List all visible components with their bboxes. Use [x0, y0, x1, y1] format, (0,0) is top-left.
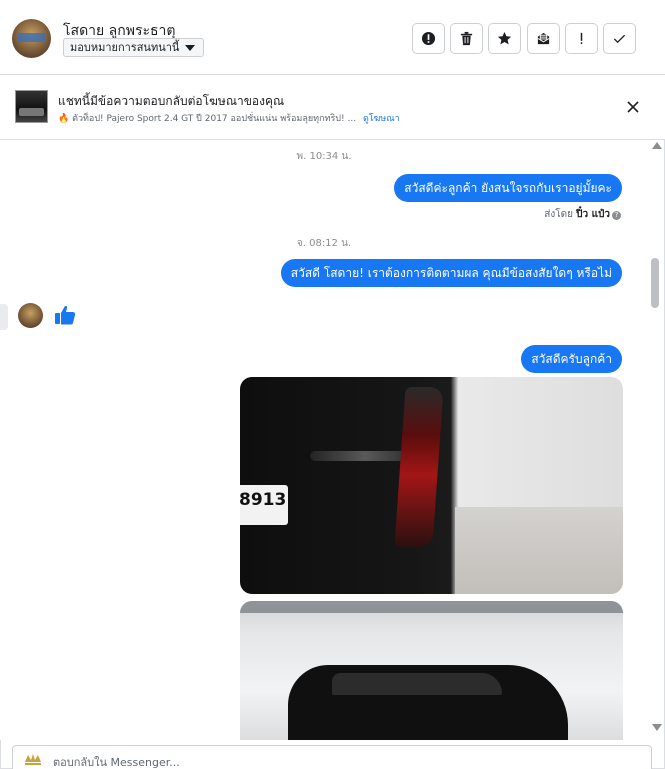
fire-icon: 🔥 — [58, 114, 70, 124]
conversation-header: โสดาย ลูกพระธาตุ มอบหมายการสนทนานี้ — [0, 0, 665, 75]
view-ad-link[interactable]: ดูโฆษณา — [363, 114, 400, 124]
reply-input[interactable] — [53, 754, 613, 769]
car-photo-attachment[interactable] — [240, 601, 623, 740]
sender-name: ปิ๋ว แป๋ว — [576, 209, 610, 220]
envelope-icon — [537, 32, 550, 45]
delete-button[interactable] — [450, 23, 483, 54]
info-icon[interactable]: ? — [612, 211, 621, 220]
ad-reply-banner: แชทนี้มีข้อความตอบกลับต่อโฆษณาของคุณ 🔥 ต… — [0, 75, 665, 140]
outgoing-message[interactable]: สวัสดี โสดาย! เราต้องการติดตามผล คุณมีข้… — [280, 259, 622, 287]
check-icon — [613, 34, 626, 44]
outgoing-message[interactable]: สวัสดีครับลูกค้า — [521, 345, 622, 373]
page-logo-icon — [25, 754, 41, 765]
outgoing-message[interactable]: สวัสดีค่ะลูกค้า ยังสนใจรถกับเราอยู่มั้ยค… — [394, 174, 622, 202]
scroll-up-arrow-icon[interactable] — [652, 142, 662, 149]
license-plate: 8913 — [240, 485, 288, 525]
caret-down-icon — [185, 45, 196, 51]
mark-unread-button[interactable] — [527, 23, 560, 54]
sent-by-info: ส่งโดย ปิ๋ว แป๋ว? — [544, 207, 621, 222]
ad-text: ตัวท็อป! Pajero Sport 2.4 GT ปี 2017 ออป… — [72, 114, 357, 124]
timestamp: พ. 10:34 น. — [296, 151, 352, 162]
ad-banner-title: แชทนี้มีข้อความตอบกลับต่อโฆษณาของคุณ — [58, 94, 285, 108]
report-spam-button[interactable] — [412, 23, 445, 54]
photo-detail — [332, 673, 502, 695]
mark-done-button[interactable] — [603, 23, 636, 54]
ad-thumbnail[interactable] — [15, 90, 48, 123]
sent-by-prefix: ส่งโดย — [544, 209, 573, 220]
assign-conversation-dropdown[interactable]: มอบหมายการสนทนานี้ — [63, 38, 205, 57]
car-photo-attachment[interactable]: 8913 — [240, 377, 623, 594]
thumbs-up-icon[interactable] — [54, 304, 76, 326]
incoming-indicator — [0, 304, 8, 330]
timestamp: จ. 08:12 น. — [296, 238, 352, 249]
assign-label: มอบหมายการสนทนานี้ — [70, 41, 180, 54]
photo-detail — [240, 601, 623, 613]
plate-text: 8913 — [240, 490, 287, 510]
ad-banner-subtitle: 🔥 ตัวท็อป! Pajero Sport 2.4 GT ปี 2017 อ… — [58, 111, 400, 125]
scroll-thumb[interactable] — [651, 258, 659, 308]
star-icon — [497, 31, 512, 45]
photo-detail — [455, 507, 623, 594]
scroll-down-arrow-icon[interactable] — [652, 724, 662, 731]
follow-up-button[interactable] — [565, 23, 598, 54]
exclamation-icon — [580, 32, 583, 44]
chat-scrollbar[interactable] — [648, 140, 663, 737]
close-banner-button[interactable] — [622, 96, 644, 118]
photo-detail — [394, 387, 444, 547]
reply-composer[interactable] — [12, 745, 652, 769]
contact-avatar[interactable] — [12, 19, 51, 58]
alert-circle-icon — [421, 31, 436, 46]
trash-icon — [460, 31, 473, 46]
contact-avatar-small[interactable] — [18, 303, 43, 328]
message-thread: พ. 10:34 น. สวัสดีค่ะลูกค้า ยังสนใจรถกับ… — [0, 140, 648, 740]
close-icon — [627, 101, 639, 113]
star-button[interactable] — [488, 23, 521, 54]
